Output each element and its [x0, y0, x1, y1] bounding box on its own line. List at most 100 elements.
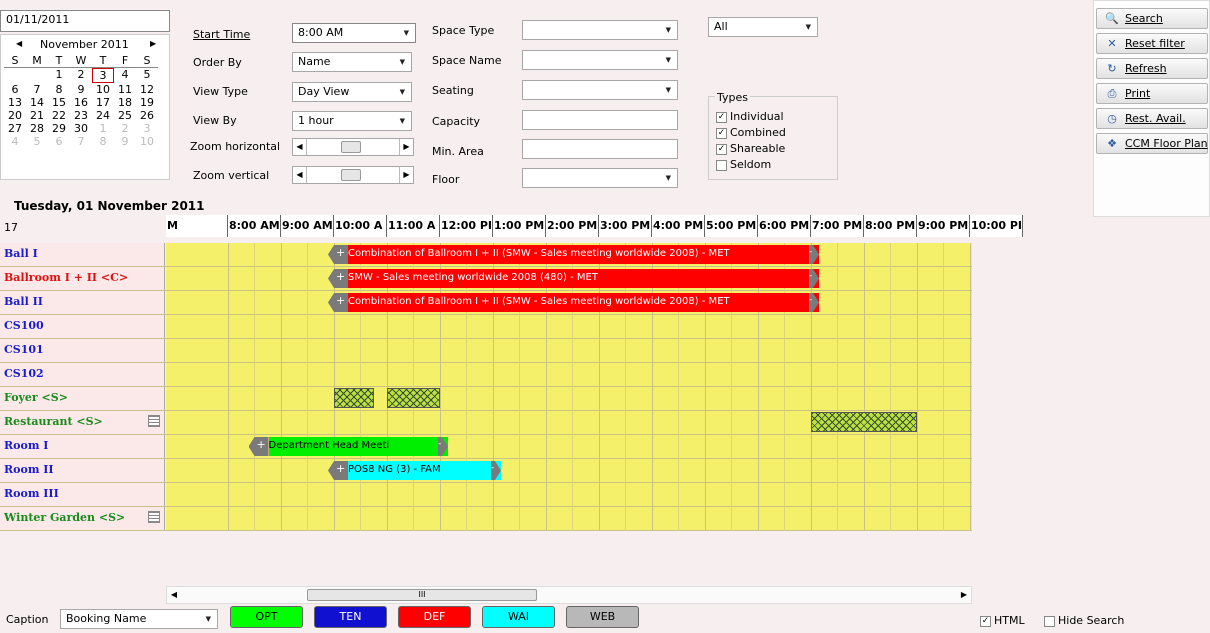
zoom-vertical-thumb[interactable] — [341, 169, 361, 181]
calendar-day[interactable]: 4 — [114, 68, 136, 83]
schedule-horizontal-scrollbar[interactable]: ◀ III ▶ — [166, 586, 972, 604]
calendar-day[interactable]: 27 — [4, 122, 26, 135]
scroll-left-icon[interactable]: ◀ — [167, 587, 181, 603]
calendar-day[interactable]: 7 — [26, 83, 48, 96]
view-by-select[interactable]: 1 hour — [292, 111, 412, 131]
calendar-day[interactable]: 9 — [70, 83, 92, 96]
room-label[interactable]: Room I — [0, 435, 165, 458]
room-label[interactable]: Room III — [0, 483, 165, 506]
calendar-day[interactable]: 28 — [26, 122, 48, 135]
calendar-day[interactable] — [4, 68, 26, 83]
booking-label[interactable]: POS8 NG (3) - FAM — [348, 461, 501, 480]
view-type-select[interactable]: Day View — [292, 82, 412, 102]
calendar-day[interactable]: 2 — [114, 122, 136, 135]
schedule-row[interactable] — [166, 315, 972, 338]
scroll-right-icon[interactable]: ▶ — [957, 587, 971, 603]
print-button[interactable]: ⎙ Print — [1096, 83, 1208, 104]
calendar-day[interactable]: 13 — [4, 96, 26, 109]
schedule-row[interactable] — [166, 507, 972, 530]
calendar-day[interactable]: 12 — [136, 83, 158, 96]
zoom-vertical-slider[interactable]: ◀ ▶ — [292, 166, 414, 184]
hide-search-checkbox-box[interactable] — [1044, 615, 1055, 627]
start-time-select[interactable]: 8:00 AM — [292, 23, 416, 43]
booking-bar[interactable]: + Combination of Ballroom I + II (SMW - S… — [328, 245, 819, 264]
booking-label[interactable]: Combination of Ballroom I + II (SMW - Sa… — [348, 245, 819, 264]
booking-expand-icon[interactable]: + — [328, 461, 348, 480]
all-select[interactable]: All — [708, 17, 818, 37]
space-name-select[interactable] — [522, 50, 678, 70]
booking-expand-icon[interactable]: + — [328, 293, 348, 312]
room-label[interactable]: Foyer <S> — [0, 387, 165, 410]
calendar-day[interactable]: 6 — [48, 135, 70, 148]
hide-search-checkbox[interactable]: Hide Search — [1044, 614, 1124, 627]
calendar-day[interactable]: 29 — [48, 122, 70, 135]
booking-expand-icon[interactable]: + — [328, 245, 348, 264]
calendar-day[interactable] — [26, 68, 48, 83]
calendar-day[interactable]: 14 — [26, 96, 48, 109]
booking-bar[interactable]: + POS8 NG (3) - FAM - — [328, 461, 501, 480]
space-type-select[interactable] — [522, 20, 678, 40]
room-label[interactable]: Ball II — [0, 291, 165, 314]
checkbox-box[interactable]: ✓ — [716, 143, 727, 155]
legend-def-button[interactable]: DEF — [398, 606, 471, 628]
room-label[interactable]: Room II — [0, 459, 165, 482]
room-label[interactable]: CS101 — [0, 339, 165, 362]
date-input[interactable]: 01/11/2011 — [0, 10, 170, 32]
ccm-floor-plan-button[interactable]: ❖ CCM Floor Plan — [1096, 133, 1208, 154]
blocked-slot[interactable] — [811, 412, 917, 432]
calendar-day[interactable]: 1 — [48, 68, 70, 83]
blocked-slot[interactable] — [334, 388, 374, 408]
type-checkbox-individual[interactable]: ✓ Individual — [716, 109, 786, 125]
calendar-day[interactable]: 18 — [114, 96, 136, 109]
scroll-left-icon[interactable]: ◀ — [293, 167, 307, 183]
scroll-left-icon[interactable]: ◀ — [293, 139, 307, 155]
calendar-day[interactable]: 9 — [114, 135, 136, 148]
room-label[interactable]: Ballroom I + II <C> — [0, 267, 165, 290]
calendar-day[interactable]: 17 — [92, 96, 114, 109]
scroll-right-icon[interactable]: ▶ — [399, 139, 413, 155]
calendar-day[interactable]: 3 — [92, 68, 114, 83]
calendar-day[interactable]: 15 — [48, 96, 70, 109]
schedule-row[interactable] — [166, 387, 972, 410]
calendar-next-icon[interactable]: ▶ — [150, 39, 156, 48]
schedule-row[interactable] — [166, 339, 972, 362]
calendar-day[interactable]: 16 — [70, 96, 92, 109]
calendar-day[interactable]: 20 — [4, 109, 26, 122]
calendar-day[interactable]: 19 — [136, 96, 158, 109]
schedule-row[interactable] — [166, 483, 972, 506]
room-label[interactable]: CS102 — [0, 363, 165, 386]
calendar-day[interactable]: 21 — [26, 109, 48, 122]
room-label[interactable]: CS100 — [0, 315, 165, 338]
calendar-day[interactable]: 1 — [92, 122, 114, 135]
booking-label[interactable]: Department Head Meeti — [268, 437, 448, 456]
legend-opt-button[interactable]: OPT — [230, 606, 303, 628]
floor-select[interactable] — [522, 168, 678, 188]
booking-bar[interactable]: + Combination of Ballroom I + II (SMW - S… — [328, 293, 819, 312]
calendar-day[interactable]: 22 — [48, 109, 70, 122]
scrollbar-thumb[interactable]: III — [307, 589, 537, 601]
calendar-day[interactable]: 10 — [92, 83, 114, 96]
calendar-day[interactable]: 6 — [4, 83, 26, 96]
calendar-day[interactable]: 8 — [92, 135, 114, 148]
calendar-day[interactable]: 11 — [114, 83, 136, 96]
blocked-slot[interactable] — [387, 388, 440, 408]
calendar-day[interactable]: 7 — [70, 135, 92, 148]
calendar-prev-icon[interactable]: ◀ — [16, 39, 22, 48]
booking-bar[interactable]: + SMW - Sales meeting worldwide 2008 (480… — [328, 269, 819, 288]
capacity-input[interactable] — [522, 110, 678, 130]
legend-web-button[interactable]: WEB — [566, 606, 639, 628]
calendar-day[interactable]: 26 — [136, 109, 158, 122]
scroll-right-icon[interactable]: ▶ — [399, 167, 413, 183]
min-area-input[interactable] — [522, 139, 678, 159]
caption-select[interactable]: Booking Name — [60, 609, 218, 629]
room-label[interactable]: Restaurant <S> — [0, 411, 165, 434]
html-checkbox-box[interactable]: ✓ — [980, 615, 991, 627]
booking-label[interactable]: Combination of Ballroom I + II (SMW - Sa… — [348, 293, 819, 312]
reset-filter-button[interactable]: ✕ Reset filter — [1096, 33, 1208, 54]
checkbox-box[interactable]: ✓ — [716, 111, 727, 123]
room-label[interactable]: Winter Garden <S> — [0, 507, 165, 530]
calendar-day[interactable]: 5 — [136, 68, 158, 83]
seating-select[interactable] — [522, 80, 678, 100]
room-label[interactable]: Ball I — [0, 243, 165, 266]
zoom-horizontal-slider[interactable]: ◀ ▶ — [292, 138, 414, 156]
